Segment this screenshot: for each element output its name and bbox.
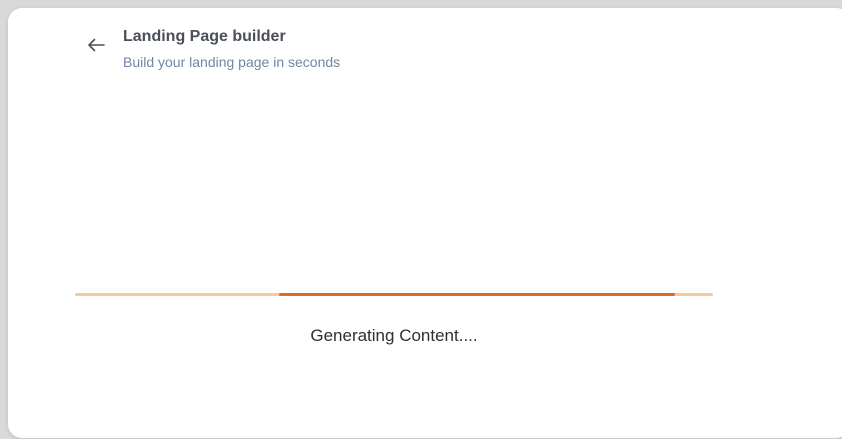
- arrow-left-icon: [87, 38, 105, 57]
- status-message: Generating Content....: [310, 326, 478, 345]
- progress-bar: [75, 293, 713, 296]
- page-title: Landing Page builder: [123, 28, 286, 45]
- back-button[interactable]: [84, 35, 108, 59]
- builder-card: Landing Page builder Build your landing …: [8, 8, 842, 438]
- page-subtitle: Build your landing page in seconds: [123, 54, 341, 70]
- progress-indicator: [279, 293, 675, 296]
